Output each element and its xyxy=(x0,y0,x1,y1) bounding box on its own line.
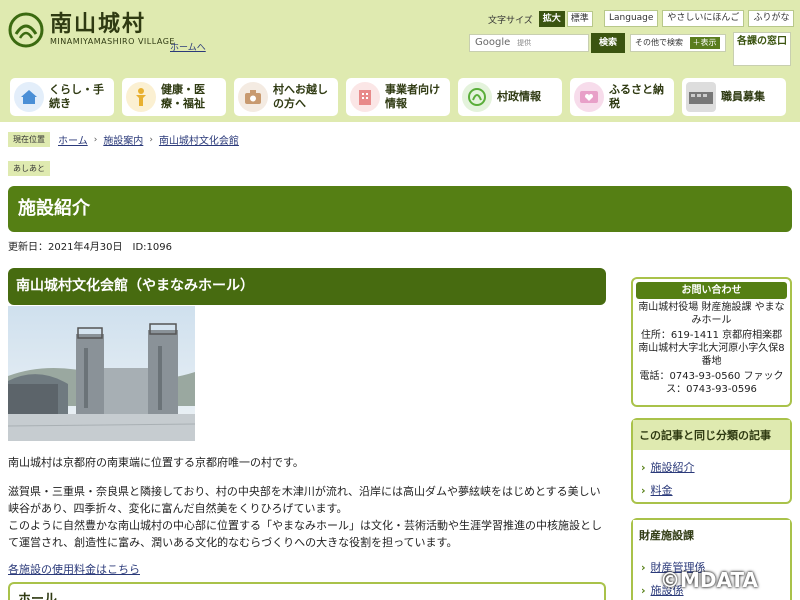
intro-paragraph: 南山城村は京都府の南東端に位置する京都府唯一の村です。 xyxy=(8,456,304,469)
furigana-button[interactable]: ふりがな xyxy=(748,10,795,27)
site-logo[interactable]: 南山城村 MINAMIYAMASHIRO VILLAGE xyxy=(8,12,175,48)
nav-label: ふるさと納税 xyxy=(609,83,664,110)
chevron-right-icon: › xyxy=(149,134,153,145)
person-icon xyxy=(126,82,156,112)
provided-label: 提供 xyxy=(517,39,532,47)
other-search-label: その他で検索 xyxy=(635,38,683,47)
contact-address: 住所：619-1411 京都府相楽郡南山城村大字北大河原小字久保8番地 xyxy=(638,330,785,367)
village-logo-icon xyxy=(8,12,44,48)
search-button[interactable]: 検索 xyxy=(591,33,625,53)
building-icon xyxy=(350,82,380,112)
nav-label: 健康・医療・福祉 xyxy=(161,83,205,110)
camera-icon xyxy=(238,82,268,112)
google-label: Google xyxy=(475,37,511,48)
watermark: ©MDATA xyxy=(660,568,758,592)
nav-item-furusato[interactable]: ふるさと納税 xyxy=(570,78,674,116)
font-large-button[interactable]: 拡大 xyxy=(538,11,565,27)
staff-photo-icon xyxy=(686,82,716,112)
nav-item-living[interactable]: くらし・手続き xyxy=(10,78,114,116)
related-articles-box: この記事と同じ分類の記事 施設紹介 料金 xyxy=(631,418,792,504)
main-content: 南山城村文化会館（やまなみホール） 南山城村は京都府の南東端に位置する京都府唯一… xyxy=(7,268,606,600)
list-item: 施設紹介 xyxy=(641,459,782,475)
breadcrumb-culture-hall[interactable]: 南山城村文化会館 xyxy=(159,132,239,147)
nav-label: 職員募集 xyxy=(721,90,765,103)
breadcrumb-tag: 現在位置 xyxy=(8,132,50,147)
contact-org: 南山城村役場 財産施設課 やまなみホール xyxy=(638,302,785,326)
font-size-label: 文字サイズ xyxy=(488,15,533,26)
fee-link[interactable]: 各施設の使用料金はこちら xyxy=(8,561,606,577)
font-size-control: 文字サイズ 拡大 標準 xyxy=(488,11,593,27)
breadcrumb: 現在位置 ホーム › 施設案内 › 南山城村文化会館 xyxy=(8,132,239,147)
list-item: 料金 xyxy=(641,482,782,498)
language-tools: Language やさしいにほんご ふりがな xyxy=(600,10,795,27)
breadcrumb-home[interactable]: ホーム xyxy=(58,132,88,147)
easy-japanese-button[interactable]: やさしいにほんご xyxy=(662,10,745,27)
hall-photo xyxy=(7,306,196,441)
updated-info: 更新日：2021年4月30日 ID:1096 xyxy=(8,242,173,253)
nav-item-business[interactable]: 事業者向け情報 xyxy=(346,78,450,116)
page-title: 施設紹介 xyxy=(8,186,792,232)
site-header: 南山城村 MINAMIYAMASHIRO VILLAGE ホームへ 文字サイズ … xyxy=(0,0,800,122)
nav-label: 事業者向け情報 xyxy=(385,83,440,110)
language-button[interactable]: Language xyxy=(604,10,659,27)
department-heading: 財産施設課 xyxy=(633,520,790,550)
home-link[interactable]: ホームへ xyxy=(170,40,206,53)
nav-item-visitors[interactable]: 村へお越しの方へ xyxy=(234,78,338,116)
other-search-show-button[interactable]: ＋表示 xyxy=(689,37,720,49)
related-heading: この記事と同じ分類の記事 xyxy=(633,420,790,450)
section-title: 南山城村文化会館（やまなみホール） xyxy=(8,268,606,305)
department-window-link[interactable]: 各課の窓口 xyxy=(733,32,791,66)
role-paragraph: このように自然豊かな南山城村の中心部に位置する「やまなみホール」は文化・芸術活動… xyxy=(8,519,602,549)
hall-section-heading: ホール xyxy=(8,582,606,600)
breadcrumb-facilities[interactable]: 施設案内 xyxy=(103,132,143,147)
footprint-tag: あしあと xyxy=(8,161,50,176)
nav-item-recruit[interactable]: 職員募集 xyxy=(682,78,786,116)
nav-label: 村へお越しの方へ xyxy=(273,83,328,110)
related-link-fee[interactable]: 料金 xyxy=(651,484,673,497)
chevron-right-icon: › xyxy=(93,134,98,145)
main-nav: くらし・手続き 健康・医療・福祉 村へお越しの方へ 事業者向け情報 村政情報 ふ… xyxy=(10,78,794,116)
nav-label: 村政情報 xyxy=(497,90,541,103)
furusato-icon xyxy=(574,82,604,112)
nav-label: くらし・手続き xyxy=(49,83,104,110)
leaf-icon xyxy=(462,82,492,112)
other-search-toggle[interactable]: その他で検索 ＋表示 xyxy=(630,34,726,52)
contact-phone: 電話：0743-93-0560 ファックス：0743-93-0596 xyxy=(639,371,784,395)
description-paragraph: 滋賀県・三重県・奈良県と隣接しており、村の中央部を木津川が流れ、沿岸には高山ダム… xyxy=(8,485,601,515)
contact-heading: お問い合わせ xyxy=(636,282,787,299)
related-link-facility[interactable]: 施設紹介 xyxy=(651,461,695,474)
nav-item-village-info[interactable]: 村政情報 xyxy=(458,78,562,116)
logo-subtitle: MINAMIYAMASHIRO VILLAGE xyxy=(50,37,175,46)
logo-title: 南山城村 xyxy=(50,12,147,37)
contact-box: お問い合わせ 南山城村役場 財産施設課 やまなみホール 住所：619-1411 … xyxy=(631,277,792,407)
house-icon xyxy=(14,82,44,112)
nav-item-health[interactable]: 健康・医療・福祉 xyxy=(122,78,226,116)
search-input[interactable]: Google 提供 xyxy=(469,34,589,52)
font-standard-button[interactable]: 標準 xyxy=(566,11,593,27)
